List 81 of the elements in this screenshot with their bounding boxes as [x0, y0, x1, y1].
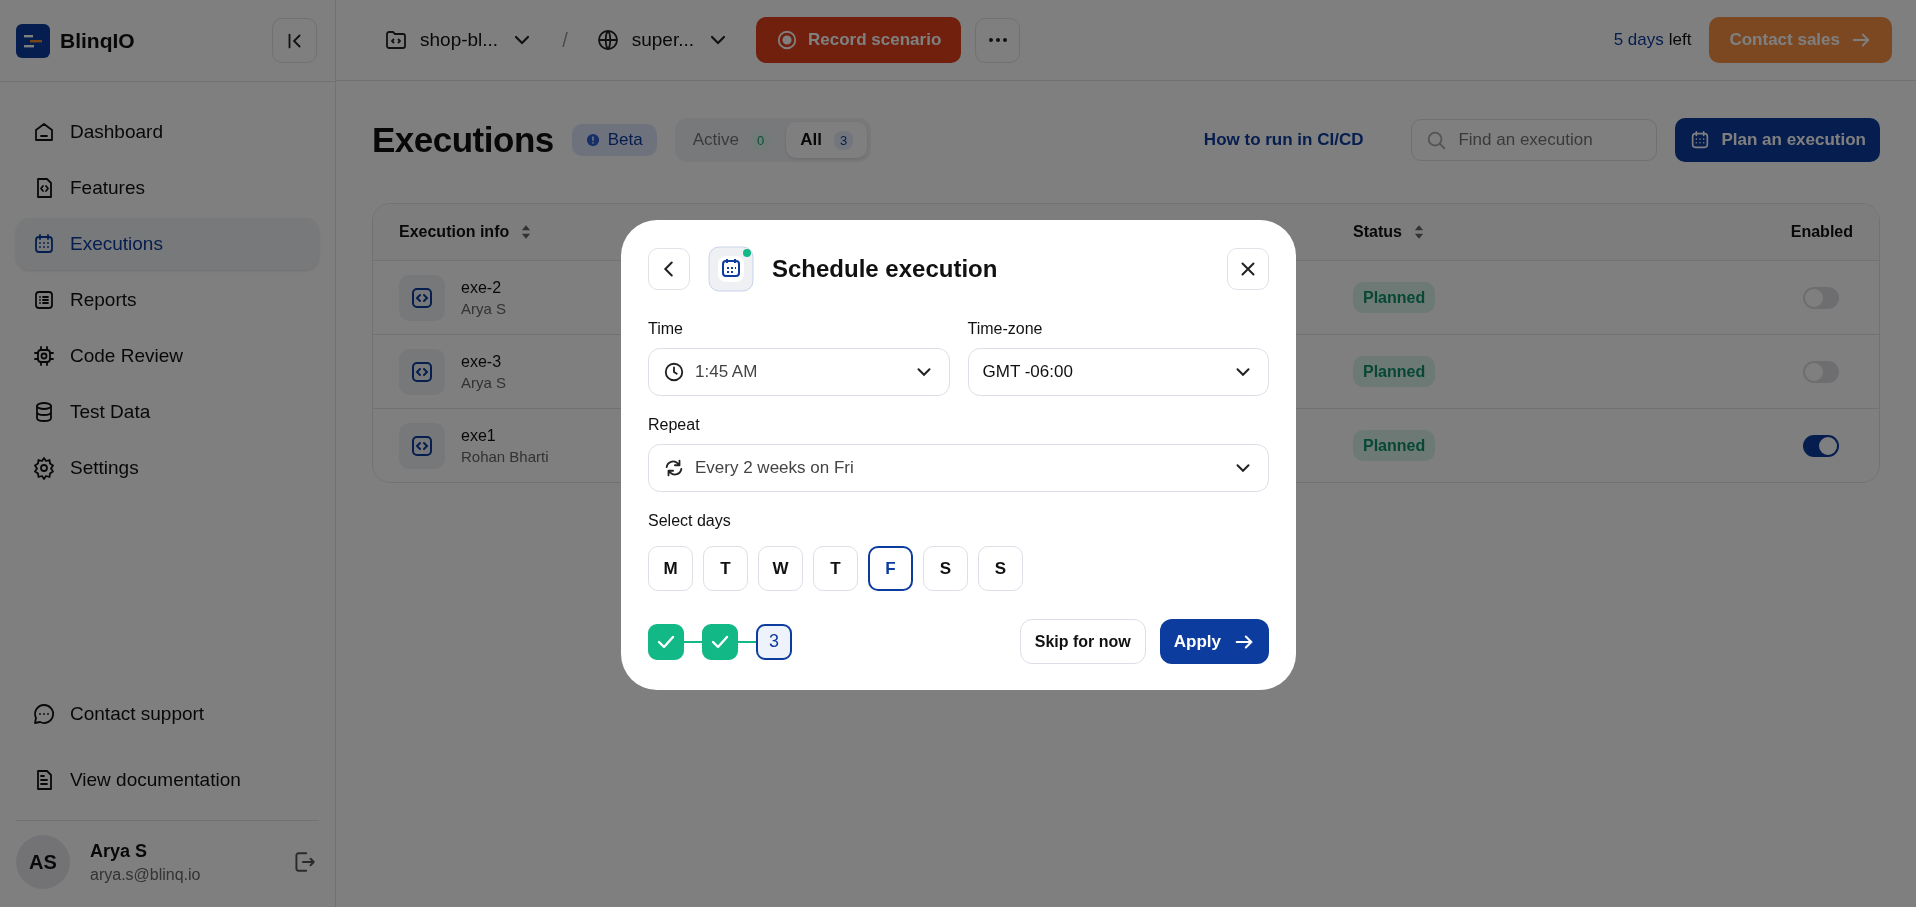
ci-cd-link[interactable]: How to run in CI/CD — [1203, 130, 1364, 150]
day-toggle[interactable]: S — [923, 546, 968, 591]
project-selector[interactable]: shop-bl... — [380, 28, 539, 52]
page-title: Executions — [372, 120, 554, 160]
record-icon — [776, 29, 799, 51]
user-email: arya.s@blinq.io — [90, 865, 202, 884]
execution-name: exe1 — [461, 426, 497, 445]
chip-icon — [32, 344, 56, 368]
sidebar-item[interactable]: Features — [16, 162, 319, 214]
sidebar-item[interactable]: Reports — [16, 274, 319, 326]
sidebar-item[interactable]: Test Data — [16, 386, 319, 438]
apply-button[interactable]: Apply — [1159, 619, 1269, 664]
sidebar-link[interactable]: Contact support — [16, 688, 319, 740]
beta-badge: Beta — [571, 124, 657, 156]
field-label: Time — [648, 320, 684, 338]
environment-selector[interactable]: super... — [591, 28, 735, 52]
trial-count: 5 days — [1613, 30, 1664, 50]
chat-icon — [32, 702, 56, 726]
field-label: Select days — [648, 512, 732, 530]
clock-icon — [663, 361, 685, 383]
execution-owner: Arya S — [461, 299, 506, 317]
trial-suffix: left — [1668, 30, 1692, 50]
execution-owner: Rohan Bharti — [461, 447, 549, 465]
close-button[interactable] — [1227, 248, 1269, 290]
sidebar-item[interactable]: Code Review — [16, 330, 319, 382]
code-icon — [399, 274, 445, 321]
calendar-icon — [32, 232, 56, 256]
status-tag: Planned — [1353, 355, 1436, 387]
day-toggle[interactable]: F — [868, 546, 913, 591]
day-toggle[interactable]: M — [648, 546, 693, 591]
logo-icon — [16, 23, 50, 58]
sort-icon[interactable] — [1413, 224, 1424, 240]
brand-name: BlinqIO — [60, 28, 135, 53]
day-toggle[interactable]: T — [703, 546, 748, 591]
field-label: Repeat — [648, 416, 701, 434]
info-icon — [585, 133, 600, 147]
filter-tab[interactable]: All 3 — [786, 122, 868, 158]
repeat-icon — [663, 457, 685, 479]
home-icon — [32, 120, 56, 144]
column-header[interactable]: Execution info — [399, 223, 1353, 241]
code-icon — [399, 422, 445, 469]
repeat-dropdown[interactable]: Every 2 weeks on Fri — [648, 444, 1269, 492]
record-scenario-button[interactable]: Record scenario — [756, 17, 962, 63]
day-toggle[interactable]: S — [978, 546, 1023, 591]
search-field[interactable]: Find an execution — [1411, 119, 1658, 161]
user-avatar: AS — [16, 835, 70, 889]
step-indicator: 3 — [756, 623, 792, 660]
day-toggle[interactable]: T — [813, 546, 858, 591]
sidebar-item[interactable]: Executions — [16, 218, 319, 270]
day-toggle[interactable]: W — [758, 546, 803, 591]
filter-tab[interactable]: Active 0 — [678, 122, 785, 158]
enabled-toggle[interactable] — [1803, 434, 1839, 457]
collapse-sidebar-button[interactable] — [272, 18, 317, 63]
status-tag: Planned — [1353, 281, 1436, 313]
code-icon — [399, 348, 445, 395]
plan-execution-button[interactable]: Plan an execution — [1675, 118, 1880, 162]
sidebar-item[interactable]: Settings — [16, 442, 319, 494]
back-button[interactable] — [648, 248, 690, 290]
time-dropdown[interactable]: 1:45 AM — [648, 348, 950, 396]
timezone-dropdown[interactable]: GMT -06:00 — [967, 348, 1269, 396]
gear-icon — [32, 456, 56, 480]
folder-code-icon — [384, 28, 408, 52]
sidebar-item[interactable]: Dashboard — [16, 106, 319, 158]
breadcrumb-separator: / — [562, 28, 568, 52]
column-header[interactable]: Enabled — [1713, 223, 1853, 241]
globe-icon — [595, 28, 620, 52]
user-name: Arya S — [90, 840, 149, 862]
sidebar-link[interactable]: View documentation — [16, 754, 319, 806]
list-icon — [32, 288, 56, 312]
status-tag: Planned — [1353, 429, 1436, 461]
execution-name: exe-2 — [461, 278, 503, 297]
skip-button[interactable]: Skip for now — [1019, 619, 1146, 664]
dialog-title: Schedule execution — [772, 255, 998, 283]
calendar-icon — [708, 246, 754, 292]
sort-icon[interactable] — [521, 224, 532, 240]
column-header[interactable]: Status — [1353, 223, 1713, 241]
execution-name: exe-3 — [461, 352, 503, 371]
field-label: Time-zone — [967, 320, 1044, 338]
search-icon — [1425, 129, 1448, 151]
more-icon — [988, 38, 1007, 42]
execution-owner: Arya S — [461, 373, 506, 391]
